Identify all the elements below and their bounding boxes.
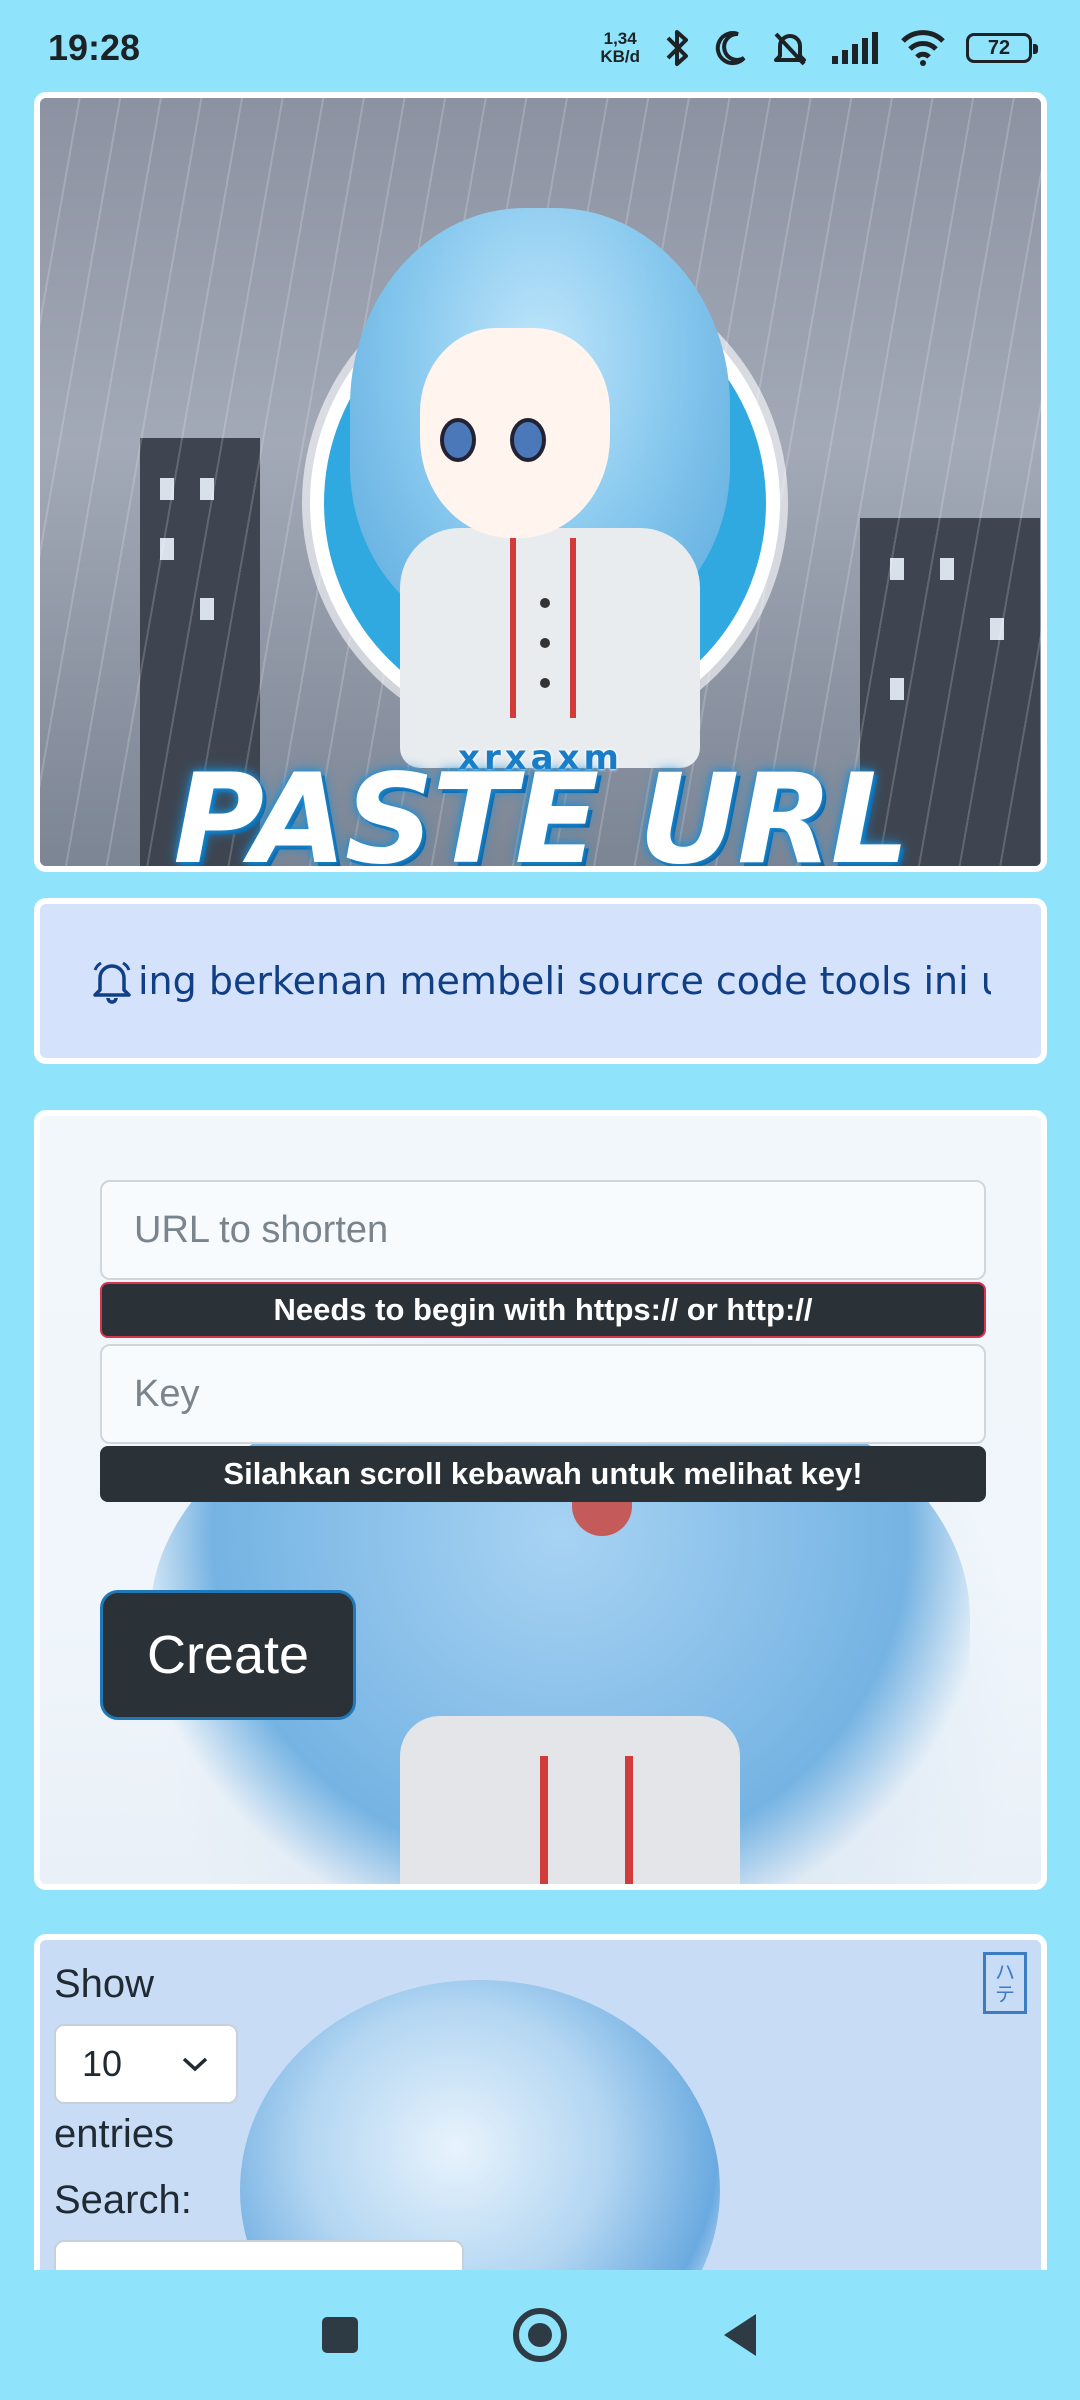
- key-hint: Silahkan scroll kebawah untuk melihat ke…: [100, 1446, 986, 1502]
- signal-icon: [832, 32, 878, 64]
- url-input-placeholder: URL to shorten: [134, 1208, 389, 1251]
- moon-icon: [715, 31, 746, 66]
- bell-icon: [93, 961, 131, 1004]
- banner-title: PASTE URL: [173, 748, 909, 872]
- banner-image: xrxaxm PASTE URL: [34, 92, 1047, 872]
- network-speed-value: 1,34: [603, 29, 637, 48]
- status-bar: 19:28 1,34 KB/d 72: [0, 0, 1080, 96]
- home-button[interactable]: [500, 2295, 580, 2375]
- back-button[interactable]: [700, 2295, 780, 2375]
- battery-icon: 72: [966, 33, 1038, 63]
- announcement-text: ing berkenan membeli source code tools i…: [138, 959, 991, 1003]
- clock: 19:28: [48, 27, 141, 68]
- entries-length-value: 10: [82, 2043, 123, 2084]
- recents-button[interactable]: [300, 2295, 380, 2375]
- announcement-marquee: ing berkenan membeli source code tools i…: [90, 958, 991, 1004]
- battery-level: 72: [987, 36, 1011, 59]
- create-button[interactable]: Create: [100, 1590, 356, 1720]
- status-icons: 1,34 KB/d 72: [600, 28, 1038, 68]
- bluetooth-icon: [666, 30, 688, 66]
- key-input-placeholder: Key: [134, 1372, 200, 1415]
- network-speed-unit: KB/d: [600, 47, 640, 66]
- search-label: Search:: [54, 2178, 192, 2222]
- system-nav-bar: [0, 2270, 1080, 2400]
- entries-length-select[interactable]: 10: [54, 2024, 238, 2104]
- circle-icon: [513, 2308, 567, 2362]
- key-input[interactable]: Key: [100, 1344, 986, 1444]
- chevron-down-icon: [182, 2057, 208, 2072]
- network-speed: 1,34 KB/d: [600, 30, 640, 66]
- square-icon: [322, 2317, 358, 2353]
- url-input[interactable]: URL to shorten: [100, 1180, 986, 1280]
- back-triangle-icon: [724, 2314, 756, 2356]
- links-table-card: ハテ Show 10 entries Search:: [34, 1934, 1047, 2274]
- shorten-form: URL to shorten Needs to begin with https…: [34, 1110, 1047, 1890]
- show-label: Show: [54, 1962, 155, 2006]
- announcement-banner: ing berkenan membeli source code tools i…: [34, 898, 1047, 1064]
- stamp-logo: ハテ: [983, 1952, 1027, 2014]
- entries-label: entries: [54, 2112, 175, 2156]
- wifi-icon: [901, 30, 945, 66]
- search-input[interactable]: [54, 2240, 464, 2274]
- mute-icon: [774, 32, 806, 66]
- url-validation-hint: Needs to begin with https:// or http://: [100, 1282, 986, 1338]
